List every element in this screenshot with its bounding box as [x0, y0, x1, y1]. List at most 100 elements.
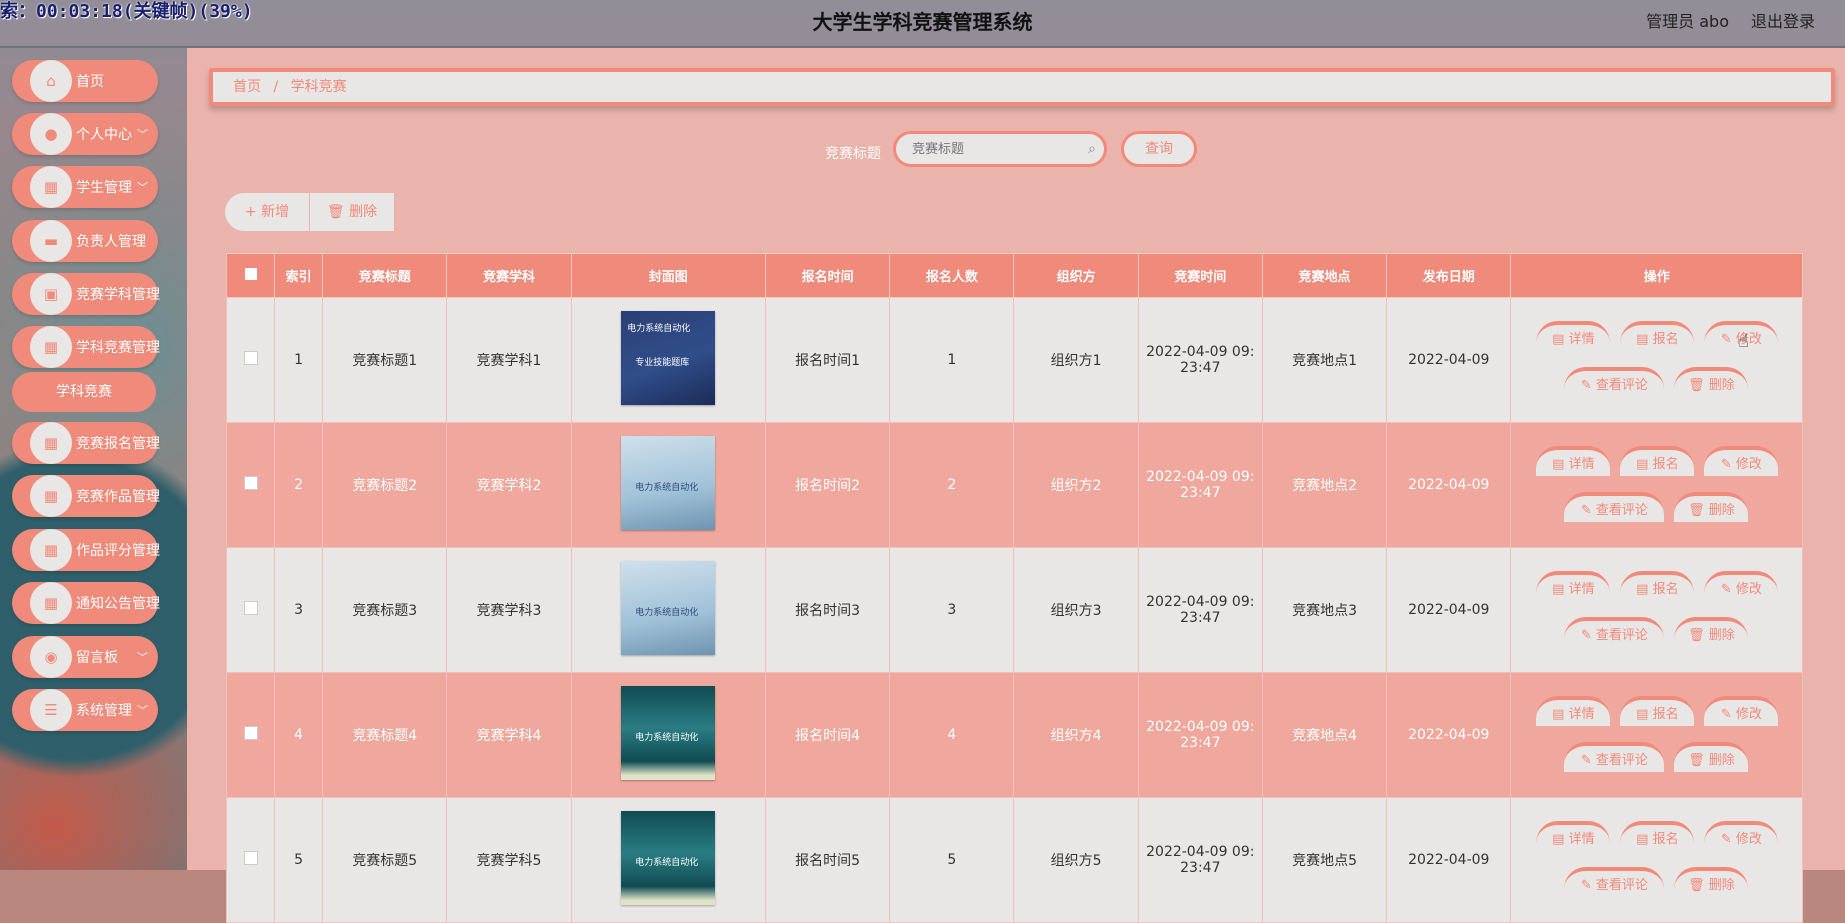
row-checkbox[interactable] [225, 297, 276, 423]
row-checkbox[interactable] [225, 422, 276, 548]
delete-label: 删除 [1708, 628, 1735, 643]
detail-button[interactable]: ▤ 详情 [1536, 696, 1611, 726]
user-icon: ● [30, 113, 72, 155]
cover-subtitle: 电力系统自动化 [635, 608, 699, 618]
row-checkbox[interactable] [225, 797, 276, 923]
row-checkbox[interactable] [225, 547, 276, 673]
cell-subject: 竞赛学科3 [446, 547, 572, 673]
signup-button[interactable]: ▤ 报名 [1620, 446, 1695, 476]
delete-label: 删除 [1708, 753, 1735, 768]
cell-time: 2022-04-09 09: 23:47 [1137, 297, 1263, 423]
pencil-icon: ✎ [1580, 878, 1596, 893]
delete-button[interactable]: 🗑 删除 [1674, 617, 1749, 647]
header-actions: 操作 [1510, 253, 1803, 298]
detail-label: 详情 [1568, 332, 1595, 347]
edit-button[interactable]: ✎ 修改 [1704, 571, 1779, 601]
cell-cover: 电力系统自动化 [570, 797, 766, 923]
edit-button[interactable]: ✎ 修改 [1704, 446, 1779, 476]
view-comments-button[interactable]: ✎ 查看评论 [1564, 367, 1665, 397]
pencil-icon: ✎ [1580, 378, 1596, 393]
cell-index: 5 [274, 797, 324, 923]
search-label: 竞赛标题 [825, 146, 881, 162]
sidebar-item-label: 竞赛报名管理 [76, 436, 160, 452]
cell-cover: 电力系统自动化专业技能题库 [570, 297, 766, 423]
delete-button[interactable]: 🗑 删除 [1674, 742, 1749, 772]
sidebar-item-signups[interactable]: ▦ 竞赛报名管理 [12, 422, 160, 464]
cover-title: 电力系统自动化 [627, 324, 691, 334]
detail-button[interactable]: ▤ 详情 [1536, 571, 1611, 601]
logout-link[interactable]: 退出登录 [1751, 8, 1815, 32]
sidebar-subitem-competition[interactable]: 学科竞赛 [12, 372, 156, 412]
select-all-checkbox[interactable] [225, 253, 276, 298]
search-field[interactable]: ⌕ [893, 131, 1107, 167]
signup-button[interactable]: ▤ 报名 [1620, 696, 1695, 726]
sidebar-item-leaders[interactable]: ▬ 负责人管理 [12, 220, 158, 262]
trash-icon: 🗑 [326, 204, 350, 220]
trash-icon: 🗑 [1688, 503, 1709, 518]
delete-button-label: 删除 [349, 204, 378, 220]
view-comments-button[interactable]: ✎ 查看评论 [1564, 492, 1665, 522]
detail-button[interactable]: ▤ 详情 [1536, 821, 1611, 851]
comments-label: 查看评论 [1595, 378, 1648, 393]
header-time: 竞赛时间 [1137, 253, 1263, 298]
signup-button[interactable]: ▤ 报名 [1620, 321, 1695, 351]
sidebar-item-competitions[interactable]: ▦ 学科竞赛管理 [12, 326, 160, 368]
main-content: 首页 / 学科竞赛 竞赛标题 ⌕ 查询 + 新增 🗑 删除 索引 竞赛标题 竞赛… [187, 48, 1845, 923]
sidebar-item-works[interactable]: ▦ 竞赛作品管理 [12, 475, 160, 517]
chevron-down-icon: ﹀ [137, 128, 148, 141]
sidebar: ⌂ 首页 ● 个人中心 ﹀ ▦ 学生管理 ﹀ ▬ 负责人管理 ▣ 竞赛学科管理 … [0, 48, 187, 870]
search-input[interactable] [910, 140, 1084, 158]
cell-reg-time: 报名时间1 [764, 297, 891, 423]
edit-button[interactable]: ✎ 修改 [1704, 821, 1779, 851]
breadcrumb-home[interactable]: 首页 [233, 79, 261, 95]
sidebar-item-messages[interactable]: ◉ 留言板 ﹀ [12, 636, 158, 678]
cell-index: 2 [274, 422, 324, 548]
clipboard-icon: ▣ [30, 273, 72, 315]
batch-delete-button[interactable]: 🗑 删除 [310, 193, 394, 231]
view-comments-button[interactable]: ✎ 查看评论 [1564, 867, 1665, 897]
home-icon: ⌂ [30, 60, 72, 102]
time-line2: 23:47 [1180, 860, 1221, 876]
pencil-icon: ✎ [1580, 503, 1596, 518]
cell-actions: ▤ 详情 ▤ 报名 ✎ 修改 ✎ 查看评论 🗑 删除 [1510, 547, 1803, 673]
header-cover: 封面图 [570, 253, 766, 298]
row-checkbox[interactable] [225, 672, 276, 798]
grid-icon: ▦ [30, 422, 72, 464]
add-button[interactable]: + 新增 [225, 193, 309, 231]
sidebar-item-profile[interactable]: ● 个人中心 ﹀ [12, 113, 158, 155]
delete-button[interactable]: 🗑 删除 [1674, 867, 1749, 897]
header-title: 竞赛标题 [322, 253, 448, 298]
cell-place: 竞赛地点5 [1261, 797, 1388, 923]
cover-image: 电力系统自动化 [621, 686, 716, 780]
delete-label: 删除 [1708, 378, 1735, 393]
sidebar-item-system[interactable]: ☰ 系统管理 ﹀ [12, 689, 158, 731]
signup-button[interactable]: ▤ 报名 [1620, 821, 1695, 851]
cell-time: 2022-04-09 09: 23:47 [1137, 797, 1263, 923]
view-comments-button[interactable]: ✎ 查看评论 [1564, 742, 1665, 772]
sidebar-item-home[interactable]: ⌂ 首页 [12, 60, 158, 102]
detail-button[interactable]: ▤ 详情 [1536, 446, 1611, 476]
cell-place: 竞赛地点4 [1261, 672, 1388, 798]
cover-subtitle: 专业技能题库 [635, 358, 690, 368]
sidebar-item-scores[interactable]: ▦ 作品评分管理 [12, 529, 160, 571]
mouse-cursor-icon: ☝ [1738, 331, 1749, 352]
table-header-row: 索引 竞赛标题 竞赛学科 封面图 报名时间 报名人数 组织方 竞赛时间 竞赛地点… [225, 253, 1803, 298]
cell-index: 3 [274, 547, 324, 673]
cell-org: 组织方1 [1013, 297, 1139, 423]
sidebar-item-notices[interactable]: ▦ 通知公告管理 [12, 582, 160, 624]
sidebar-item-subjects[interactable]: ▣ 竞赛学科管理 [12, 273, 160, 315]
detail-button[interactable]: ▤ 详情 [1536, 321, 1611, 351]
edit-button[interactable]: ✎ 修改 [1704, 696, 1779, 726]
query-button[interactable]: 查询 [1121, 131, 1197, 167]
delete-button[interactable]: 🗑 删除 [1674, 367, 1749, 397]
doc-icon: ▤ [1636, 457, 1653, 472]
delete-button[interactable]: 🗑 删除 [1674, 492, 1749, 522]
signup-button[interactable]: ▤ 报名 [1620, 571, 1695, 601]
sidebar-item-students[interactable]: ▦ 学生管理 ﹀ [12, 166, 158, 208]
cell-place: 竞赛地点2 [1261, 422, 1388, 548]
grid-icon: ▦ [30, 326, 72, 368]
cell-title: 竞赛标题1 [322, 297, 448, 423]
view-comments-button[interactable]: ✎ 查看评论 [1564, 617, 1665, 647]
sidebar-item-label: 留言板 [76, 650, 118, 666]
cell-cover: 电力系统自动化 [570, 672, 766, 798]
